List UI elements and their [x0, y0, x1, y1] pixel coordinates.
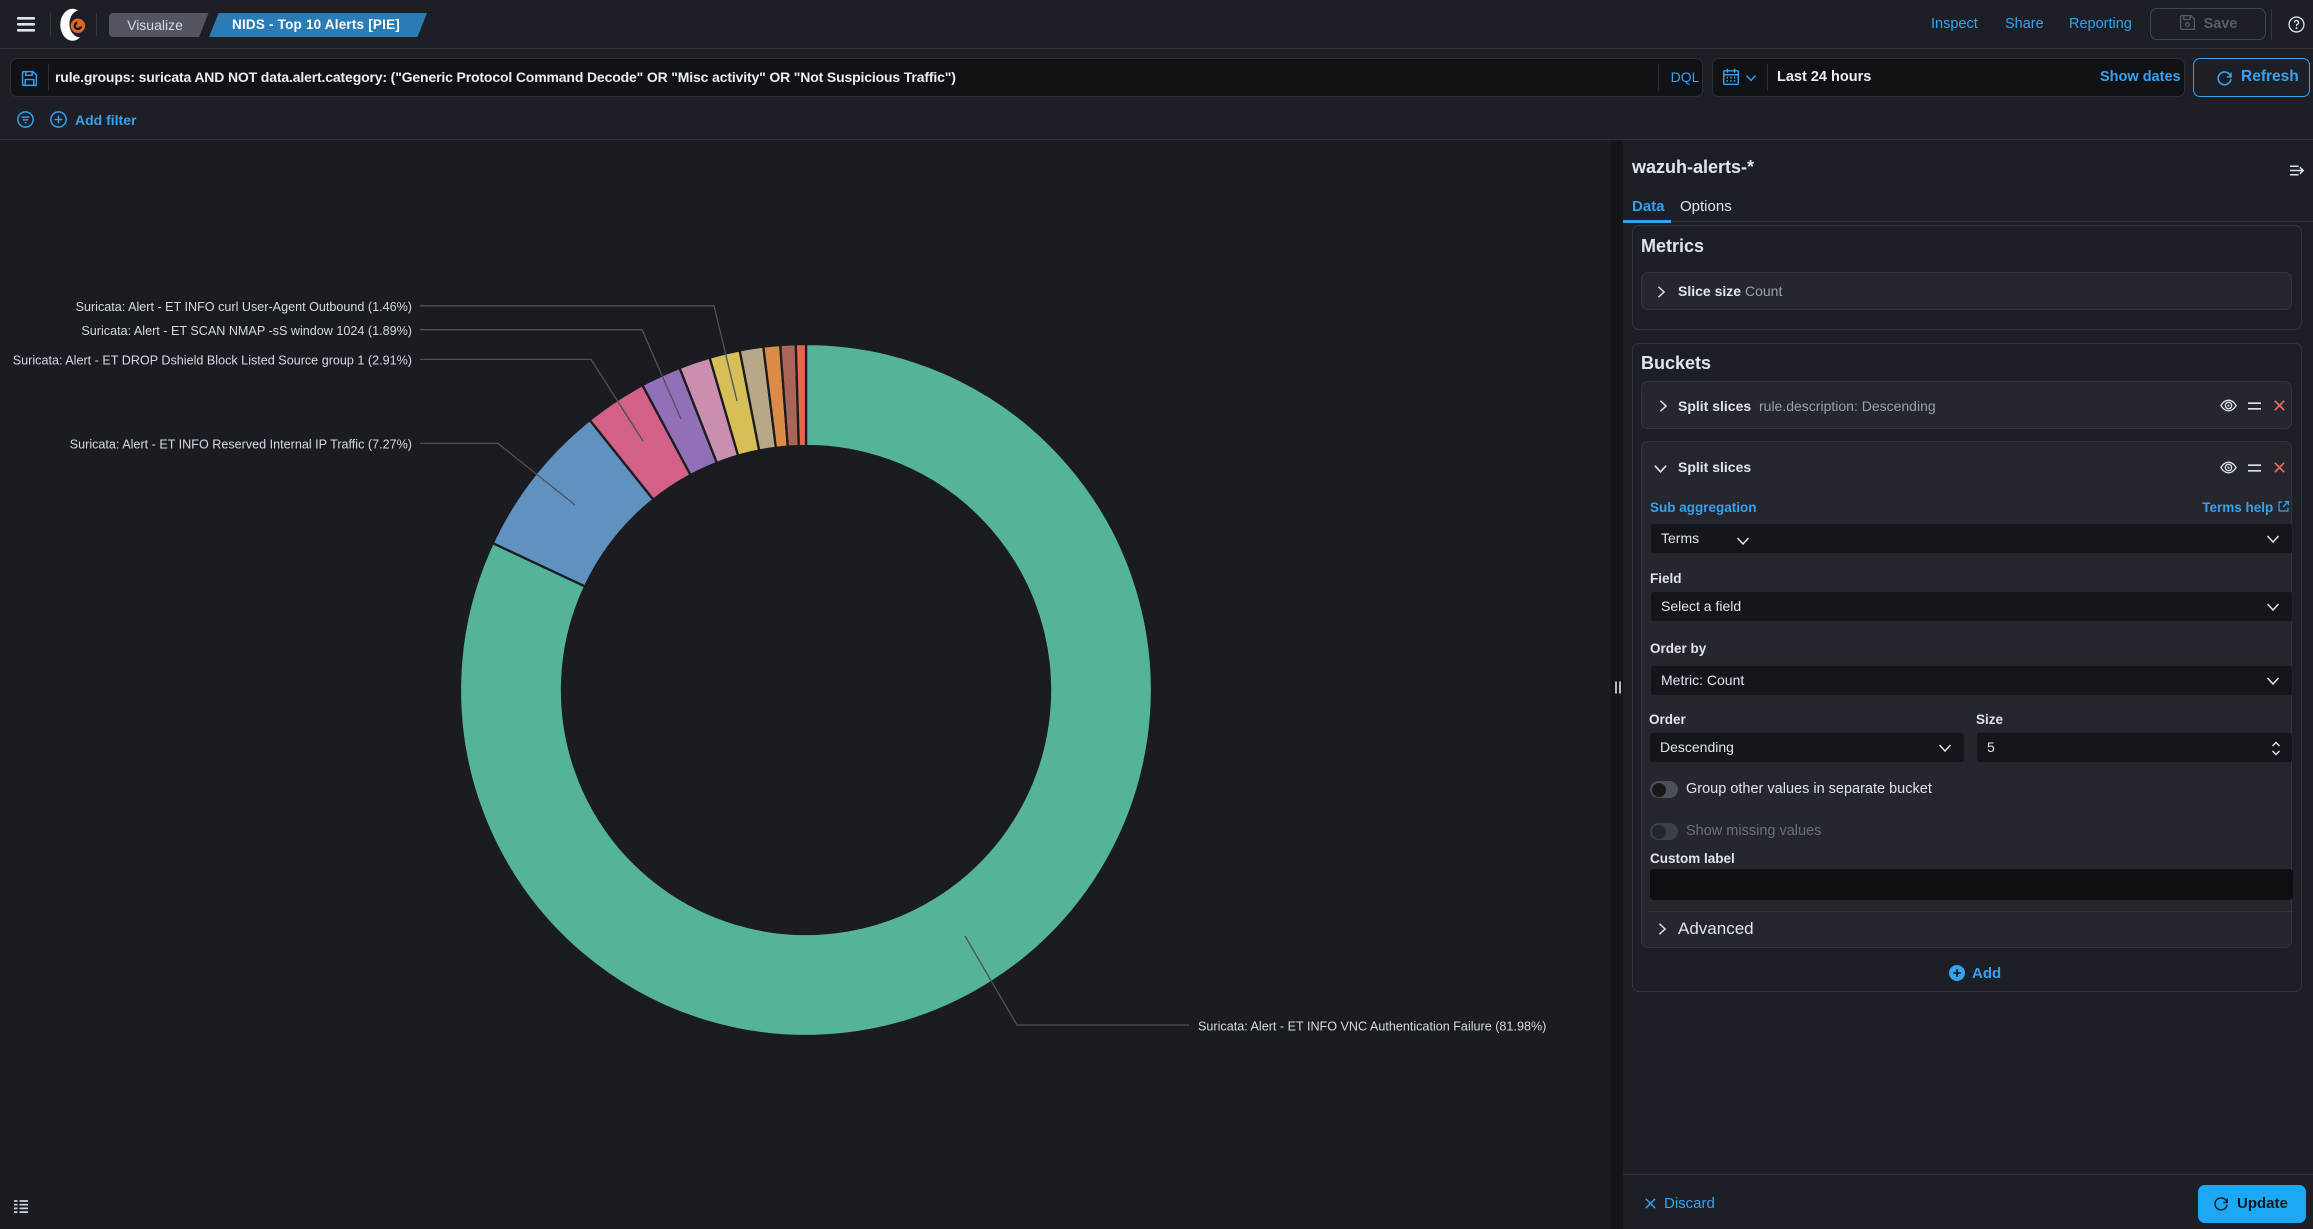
svg-text:Suricata: Alert - ET SCAN NMAP: Suricata: Alert - ET SCAN NMAP -sS windo…: [81, 324, 412, 338]
svg-text:Suricata: Alert - ET DROP Dshi: Suricata: Alert - ET DROP Dshield Block …: [13, 354, 412, 368]
svg-text:Suricata: Alert - ET INFO Rese: Suricata: Alert - ET INFO Reserved Inter…: [70, 438, 412, 452]
svg-text:Suricata: Alert - ET INFO curl: Suricata: Alert - ET INFO curl User-Agen…: [76, 300, 412, 314]
svg-text:Suricata: Alert - ET INFO VNC: Suricata: Alert - ET INFO VNC Authentica…: [1198, 1020, 1546, 1034]
